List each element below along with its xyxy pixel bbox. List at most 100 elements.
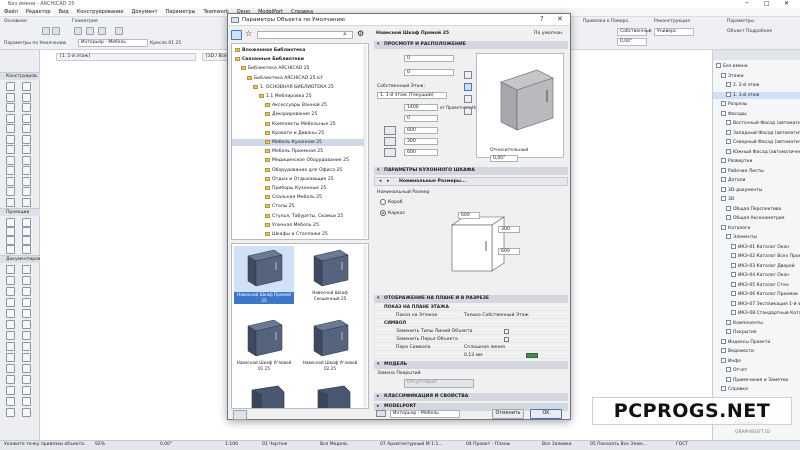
library-tree-item[interactable]: 1. ОСНОВНАЯ БИБЛИОТЕКА 25 [232,84,364,91]
tool-icon-48[interactable] [6,353,15,362]
tool-icon-24[interactable] [6,218,15,227]
own-floor-select[interactable]: 1. 1-й этаж (Текущий) [377,92,447,99]
radio-box[interactable] [380,199,386,205]
model-view[interactable]: Вся Модель [320,442,348,447]
library-tree-item[interactable]: Столы 25 [232,203,364,210]
search-icon[interactable]: ⌕ [343,30,347,39]
tool-icon-18[interactable] [6,176,15,186]
navigator-item[interactable]: Примечания и Заметки [713,376,800,384]
navigator-item[interactable]: Общая Аксонометрия [713,215,800,222]
tool-icon-10[interactable] [6,134,15,144]
tool-icon-22[interactable] [6,197,15,207]
tool-icon-12[interactable] [6,145,15,154]
navigator-item[interactable]: Детали [713,177,800,184]
library-tree-item[interactable]: Спальная Мебель 25 [232,194,364,201]
navigator-item[interactable]: 3D-документы [713,186,800,194]
tool-icon-45[interactable] [22,331,31,340]
tool-icon-13[interactable] [22,145,31,154]
height2-field[interactable]: 600 [404,149,438,156]
mirror-icon[interactable] [98,27,106,35]
tool-icon-32[interactable] [6,265,15,274]
navigator-item[interactable]: ИКЭ-03 Каталог Дверей [713,262,800,270]
library-tree-item[interactable]: Приборы Кухонные 25 [232,185,364,192]
tool-icon-56[interactable] [6,397,15,406]
toolbox-header-views[interactable]: Проекции [0,208,40,216]
view-section-icon[interactable] [464,107,472,115]
close-icon[interactable]: ✕ [784,0,789,7]
tool-icon-51[interactable] [22,364,31,373]
navigator-item[interactable]: ИКЭ-06 Каталог Проемов [713,291,800,298]
default-link[interactable]: По умолчан. [534,31,564,36]
object-thumbnail[interactable]: Навесной Шкаф Прямой 25 [234,246,294,304]
section-cabinet-params[interactable]: ПАРАМЕТРЫ КУХОННОГО ШКАФА [374,167,568,175]
tool-icon-31[interactable] [22,245,31,254]
navigator-item[interactable]: Разрезы [713,101,800,108]
menu-item-5[interactable]: Параметры [162,8,200,17]
top-elevation-field[interactable]: 0 [404,55,454,62]
tool-icon-23[interactable] [22,197,31,207]
tool-icon-33[interactable] [22,265,31,274]
layer-footer-select[interactable]: Интерьер - Мебель [390,410,460,418]
tool-icon-42[interactable] [6,320,15,329]
library-search-input[interactable] [257,31,353,39]
navigator-item[interactable]: ИКЭ-01 Каталог Окон [713,243,800,251]
tool-icon-46[interactable] [6,342,15,351]
dim-depth-field[interactable]: 300 [498,226,520,233]
navigator-item[interactable]: Покрытия [713,329,800,336]
object-thumbnail[interactable]: Навесной Шкаф Угловой 02 25 [300,316,360,372]
layer-combination[interactable]: 01 Чертеж [262,442,287,447]
navigator-item[interactable]: Инфо [713,357,800,365]
dim-width-field[interactable]: 600 [458,212,480,219]
library-tree-item[interactable]: Мебель Приемная 25 [232,148,364,155]
navigator-item[interactable]: Северный Фасад (автоматически Пе [713,139,800,146]
tool-icon-54[interactable] [6,386,15,395]
tool-icon-41[interactable] [22,309,31,318]
ok-button[interactable]: OK [530,409,562,419]
tool-icon-47[interactable] [22,342,31,351]
tool-icon-37[interactable] [22,287,31,296]
tool-icon-34[interactable] [6,276,15,285]
navigator-item[interactable]: Отчет [713,367,800,374]
library-tree-item[interactable]: Стулья, Табуреты, Скамьи 25 [232,213,364,220]
tool-icon-50[interactable] [6,364,15,373]
surface-override-select[interactable]: Отсутствует [404,379,474,388]
navigator-item[interactable]: ИКЭ-05 Каталог Стен [713,281,800,289]
library-tree-item[interactable]: Шкафы и Стеллажи 25 [232,231,364,238]
favorites-star-icon[interactable]: ☆ [245,29,252,38]
navigator-item[interactable]: 1. 1-й этаж [713,91,800,99]
library-tree-item[interactable]: Оборудование для Офиса 25 [232,167,364,174]
navigator-item[interactable]: ИКЭ-04 Каталог Окон [713,272,800,279]
library-tree-item[interactable]: Библиотека ARCHICAD 25 [232,65,364,72]
tool-icon-9[interactable] [22,124,31,133]
tool-icon-53[interactable] [22,375,31,384]
elevation-field[interactable]: 0,00" [617,38,647,46]
library-tree-item[interactable]: Библиотека ARCHICAD 25.lcf [232,75,364,82]
width-field[interactable]: 600 [404,127,438,134]
thumbs-scrollbar[interactable] [363,245,367,407]
library-tree-item[interactable]: Мебель Кухонная 25 [232,139,364,146]
tool-icon-4[interactable] [6,103,15,112]
menu-item-3[interactable]: Конструирование [73,8,128,17]
objparams-value[interactable]: Объект Подробнее [727,29,772,34]
library-tree-item[interactable]: Связанные Библиотеки [232,56,364,63]
navigator-item[interactable]: Без имени [713,63,800,70]
subsection-floorplan[interactable]: ПОКАЗ НА ПЛАНЕ ЭТАЖА [374,304,568,311]
tool-icon-35[interactable] [22,276,31,285]
navigator-item[interactable]: ИКЭ-02 Каталог Всех Проемов [713,253,800,260]
tool-icon-21[interactable] [22,187,31,196]
replace-pens-checkbox[interactable] [504,337,509,342]
library-tree-item[interactable]: 1.1 Меблировка 25 [232,93,364,100]
tool-icon-19[interactable] [22,176,31,186]
replace-linetypes-checkbox[interactable] [504,329,509,334]
folder-view-icon[interactable] [231,30,242,40]
view-side-icon[interactable] [464,83,472,91]
params-prev-icon[interactable]: ◂ [379,179,381,184]
pen-set[interactable]: 07 Архитектурный М 1:1... [380,442,443,447]
maximize-icon[interactable]: □ [764,0,770,7]
object-thumbnail[interactable] [300,382,360,408]
tool-icon-36[interactable] [6,287,15,296]
section-plan-display[interactable]: ОТОБРАЖЕНИЕ НА ПЛАНЕ И В РАЗРЕЗЕ [374,295,568,303]
tool-icon-28[interactable] [6,236,15,245]
tool-icon-29[interactable] [22,236,31,245]
tool-icon-16[interactable] [6,166,15,175]
